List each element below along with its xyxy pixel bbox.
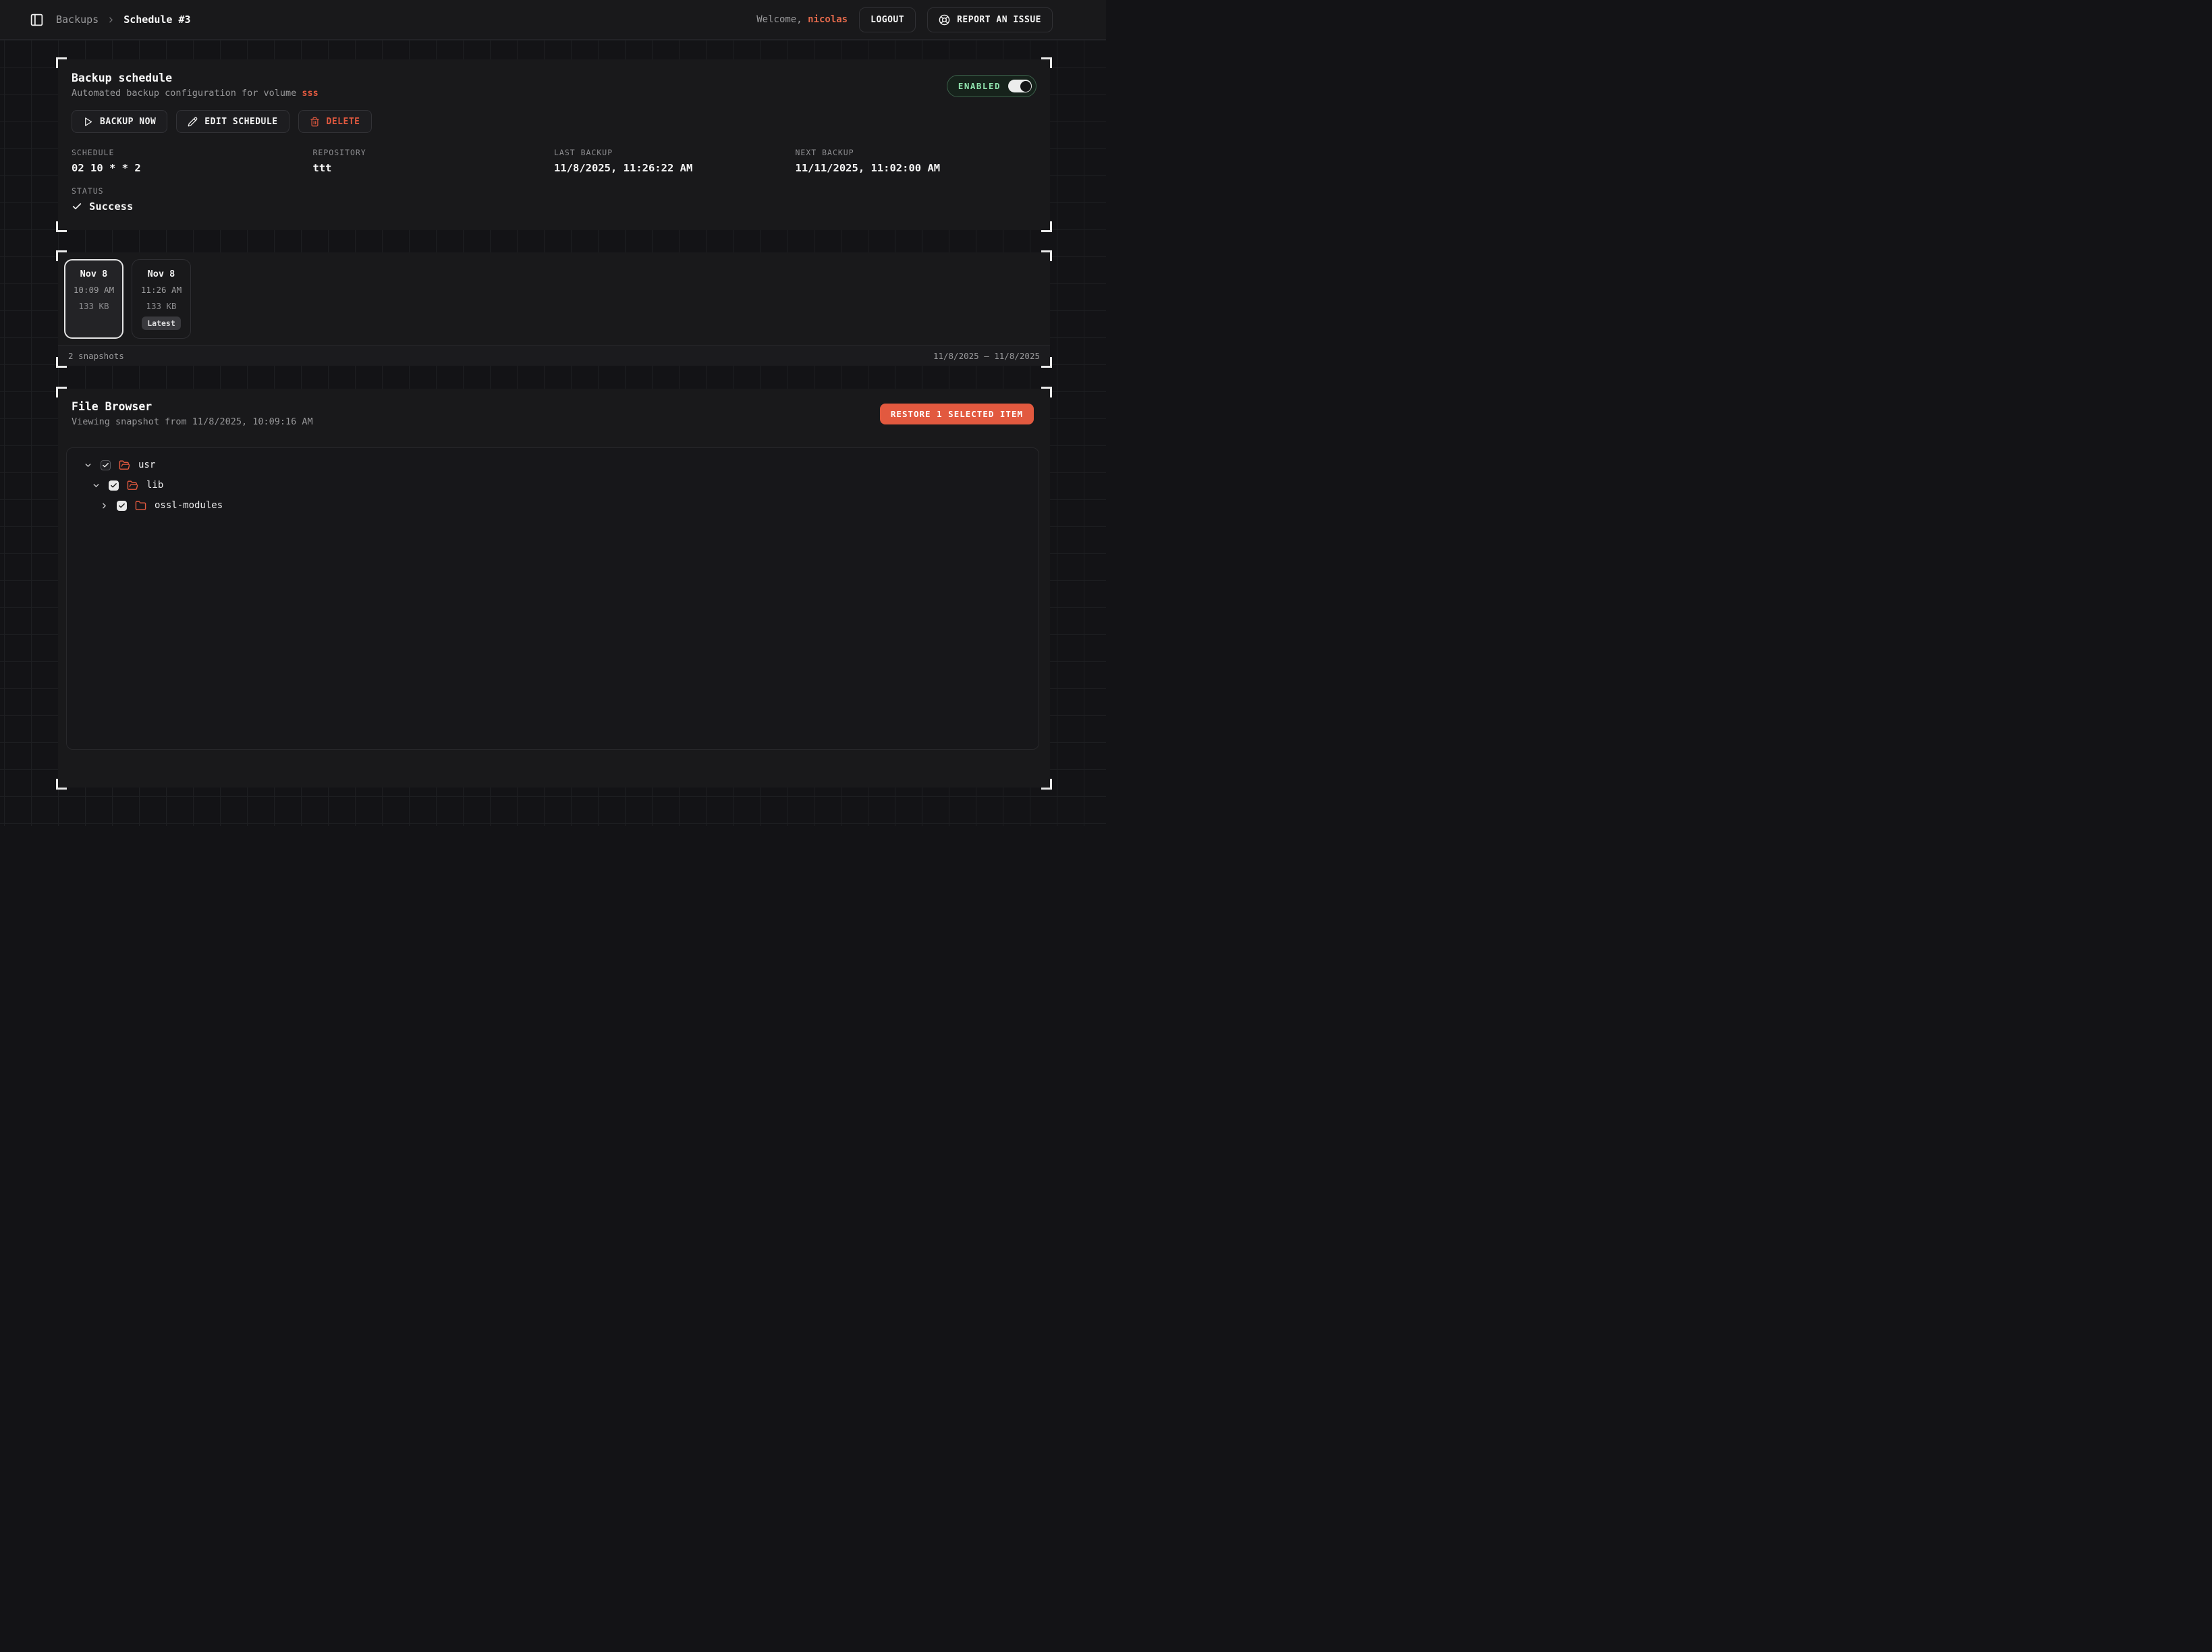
welcome-prefix: Welcome, xyxy=(756,14,802,25)
toggle-knob xyxy=(1020,81,1031,92)
chevron-right-icon xyxy=(107,16,115,24)
field-schedule-label: SCHEDULE xyxy=(72,148,313,157)
toggle-switch[interactable] xyxy=(1008,80,1032,92)
field-schedule: SCHEDULE 02 10 * * 2 xyxy=(72,148,313,174)
logout-button[interactable]: LOGOUT xyxy=(859,7,916,32)
life-buoy-icon xyxy=(939,14,950,26)
snapshot-size: 133 KB xyxy=(65,301,122,311)
snapshot-card-latest[interactable]: Nov 8 11:26 AM 133 KB Latest xyxy=(132,259,191,339)
delete-button-label: DELETE xyxy=(327,117,360,127)
username: nicolas xyxy=(808,14,848,25)
snapshots-footer: 2 snapshots 11/8/2025 – 11/8/2025 xyxy=(58,345,1050,366)
field-schedule-value: 02 10 * * 2 xyxy=(72,162,313,174)
field-last-backup-value: 11/8/2025, 11:26:22 AM xyxy=(554,162,796,174)
play-icon xyxy=(83,117,93,127)
trash-icon xyxy=(310,117,320,127)
welcome-text: Welcome, nicolas xyxy=(756,14,848,25)
field-next-backup-value: 11/11/2025, 11:02:00 AM xyxy=(796,162,1037,174)
folder-icon xyxy=(135,500,146,512)
field-last-backup-label: LAST BACKUP xyxy=(554,148,796,157)
snapshot-date: Nov 8 xyxy=(132,269,190,279)
snapshot-count: 2 snapshots xyxy=(68,351,124,361)
schedule-panel-subtitle: Automated backup configuration for volum… xyxy=(72,88,319,99)
schedule-fields: SCHEDULE 02 10 * * 2 REPOSITORY ttt LAST… xyxy=(72,148,1036,174)
backup-now-button[interactable]: BACKUP NOW xyxy=(72,110,167,133)
status-label: STATUS xyxy=(72,186,1036,196)
latest-badge: Latest xyxy=(142,316,181,330)
corner-bracket xyxy=(56,57,67,68)
tree-row-lib[interactable]: lib xyxy=(67,475,1039,495)
report-issue-button-label: REPORT AN ISSUE xyxy=(957,15,1041,25)
file-tree: usr lib xyxy=(66,447,1039,750)
report-issue-button[interactable]: REPORT AN ISSUE xyxy=(927,7,1053,32)
backup-now-button-label: BACKUP NOW xyxy=(100,117,156,127)
enabled-toggle[interactable]: ENABLED xyxy=(947,75,1036,97)
topbar-left: Backups Schedule #3 xyxy=(30,13,191,27)
schedule-actions: BACKUP NOW EDIT SCHEDULE DELETE xyxy=(72,110,1036,133)
corner-bracket xyxy=(56,387,67,397)
schedule-panel-titles: Backup schedule Automated backup configu… xyxy=(72,71,319,99)
edit-schedule-button[interactable]: EDIT SCHEDULE xyxy=(176,110,289,133)
chevron-down-icon[interactable] xyxy=(84,461,92,470)
folder-open-icon xyxy=(127,480,138,491)
tree-item-name: usr xyxy=(138,460,155,470)
panel-left-icon xyxy=(30,13,44,27)
snapshot-date-range: 11/8/2025 – 11/8/2025 xyxy=(933,351,1040,361)
field-next-backup-label: NEXT BACKUP xyxy=(796,148,1037,157)
topbar: Backups Schedule #3 Welcome, nicolas LOG… xyxy=(0,0,1106,40)
snapshot-card-selected[interactable]: Nov 8 10:09 AM 133 KB xyxy=(64,259,123,339)
checkbox-lib[interactable] xyxy=(109,480,119,491)
corner-bracket xyxy=(56,779,67,790)
file-browser-panel: File Browser Viewing snapshot from 11/8/… xyxy=(58,389,1050,788)
delete-button[interactable]: DELETE xyxy=(298,110,372,133)
snapshot-time: 11:26 AM xyxy=(132,285,190,295)
snapshots-panel: Nov 8 10:09 AM 133 KB Nov 8 11:26 AM 133… xyxy=(58,252,1050,366)
enabled-toggle-label: ENABLED xyxy=(958,81,1001,91)
snapshot-date: Nov 8 xyxy=(65,269,122,279)
corner-bracket xyxy=(1041,221,1052,232)
logout-button-label: LOGOUT xyxy=(870,15,904,25)
restore-selected-button[interactable]: RESTORE 1 SELECTED ITEM xyxy=(880,404,1034,424)
corner-bracket xyxy=(1041,57,1052,68)
field-repository-value: ttt xyxy=(313,162,555,174)
pencil-icon xyxy=(188,117,198,127)
snapshot-cards: Nov 8 10:09 AM 133 KB Nov 8 11:26 AM 133… xyxy=(58,252,1050,339)
status-text: Success xyxy=(89,200,133,213)
corner-bracket xyxy=(1041,779,1052,790)
field-last-backup: LAST BACKUP 11/8/2025, 11:26:22 AM xyxy=(554,148,796,174)
breadcrumb-current-page: Schedule #3 xyxy=(123,13,190,26)
checkbox-ossl-modules[interactable] xyxy=(117,501,127,511)
status-field: STATUS Success xyxy=(72,186,1036,213)
main-content: Backup schedule Automated backup configu… xyxy=(0,40,1106,788)
sidebar-toggle-button[interactable] xyxy=(30,13,44,27)
field-repository: REPOSITORY ttt xyxy=(313,148,555,174)
restore-selected-button-label: RESTORE 1 SELECTED ITEM xyxy=(891,409,1023,419)
schedule-panel-header: Backup schedule Automated backup configu… xyxy=(72,71,1036,99)
tree-item-name: ossl-modules xyxy=(155,500,223,511)
chevron-down-icon[interactable] xyxy=(92,481,101,490)
field-next-backup: NEXT BACKUP 11/11/2025, 11:02:00 AM xyxy=(796,148,1037,174)
topbar-right: Welcome, nicolas LOGOUT REPORT AN ISSUE xyxy=(756,7,1053,32)
page: Backups Schedule #3 Welcome, nicolas LOG… xyxy=(0,0,1106,826)
chevron-right-icon[interactable] xyxy=(100,501,109,510)
check-icon xyxy=(72,201,82,212)
snapshot-time: 10:09 AM xyxy=(65,285,122,295)
schedule-panel-title: Backup schedule xyxy=(72,71,319,86)
edit-schedule-button-label: EDIT SCHEDULE xyxy=(204,117,277,127)
breadcrumb: Backups Schedule #3 xyxy=(56,13,191,26)
breadcrumb-item-backups[interactable]: Backups xyxy=(56,13,99,26)
corner-bracket xyxy=(56,221,67,232)
volume-name: sss xyxy=(302,88,318,99)
tree-item-name: lib xyxy=(146,480,163,491)
checkbox-usr[interactable] xyxy=(101,460,111,470)
field-repository-label: REPOSITORY xyxy=(313,148,555,157)
subtitle-text: Automated backup configuration for volum… xyxy=(72,88,296,99)
snapshot-size: 133 KB xyxy=(132,301,190,311)
corner-bracket xyxy=(1041,387,1052,397)
backup-schedule-panel: Backup schedule Automated backup configu… xyxy=(58,59,1050,230)
folder-open-icon xyxy=(119,460,130,471)
status-value: Success xyxy=(72,200,1036,213)
tree-row-ossl-modules[interactable]: ossl-modules xyxy=(67,495,1039,516)
tree-row-usr[interactable]: usr xyxy=(67,455,1039,475)
